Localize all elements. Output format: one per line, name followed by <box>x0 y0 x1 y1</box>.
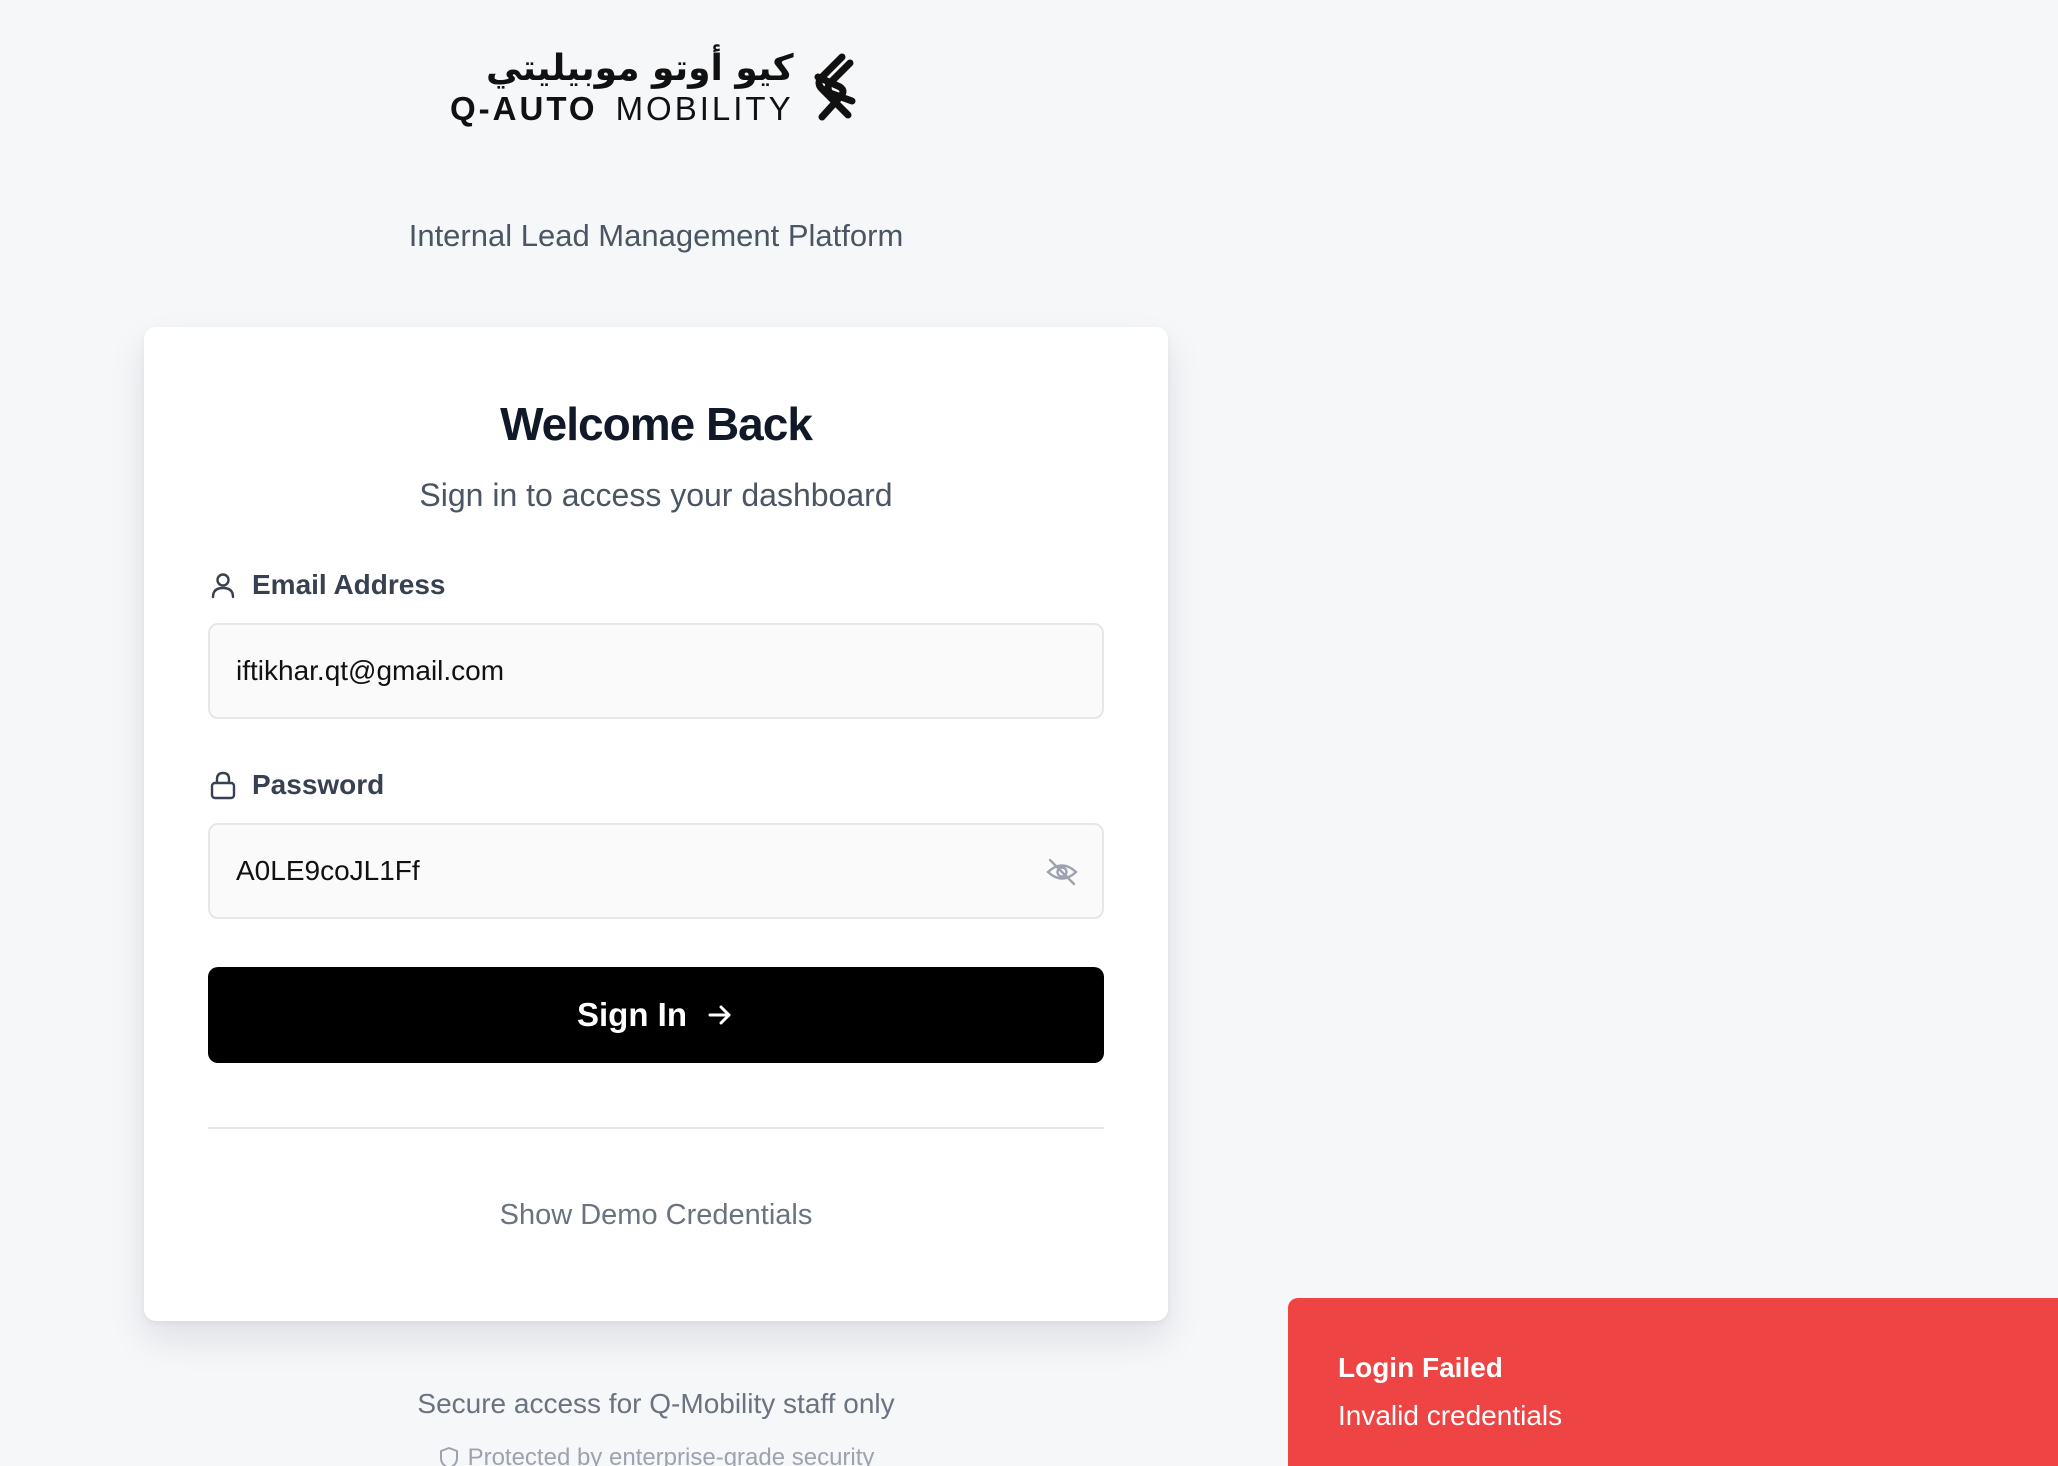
login-page: كيو أوتو موبيليتي Q-AUTO MOBILITY Intern… <box>0 0 2058 1466</box>
shield-icon <box>438 1446 460 1466</box>
logo-wordmark: كيو أوتو موبيليتي Q-AUTO MOBILITY <box>450 48 794 128</box>
security-note-text: Protected by enterprise-grade security <box>467 1444 875 1466</box>
sign-in-label: Sign In <box>577 996 687 1033</box>
card-subtitle: Sign in to access your dashboard <box>419 477 893 513</box>
login-card: Welcome Back Sign in to access your dash… <box>144 327 1168 1321</box>
toast-description: Invalid credentials <box>1338 1400 1563 1431</box>
password-input[interactable] <box>208 823 1104 919</box>
password-label-text: Password <box>252 769 385 800</box>
arrow-right-icon <box>705 1000 735 1030</box>
logo-arabic-text: كيو أوتو موبيليتي <box>485 48 794 89</box>
show-demo-credentials-link[interactable]: Show Demo Credentials <box>144 1199 1168 1232</box>
email-label-text: Email Address <box>252 569 446 600</box>
email-label: Email Address <box>208 569 445 601</box>
brand-logo: كيو أوتو موبيليتي Q-AUTO MOBILITY <box>450 48 870 128</box>
security-note: Protected by enterprise-grade security <box>144 1444 1168 1466</box>
password-label: Password <box>208 769 384 801</box>
platform-tagline: Internal Lead Management Platform <box>408 218 904 253</box>
user-icon <box>208 570 238 600</box>
eye-off-icon <box>1046 858 1078 886</box>
lock-icon <box>208 770 238 800</box>
error-toast[interactable]: Login Failed Invalid credentials <box>1288 1298 2058 1466</box>
card-title: Welcome Back <box>500 398 813 450</box>
logo-mark-icon <box>814 53 856 121</box>
logo-latin-text: Q-AUTO MOBILITY <box>450 90 794 128</box>
logo-mobility: MOBILITY <box>615 90 794 127</box>
sign-in-button[interactable]: Sign In <box>208 967 1104 1063</box>
logo-q-auto: Q-AUTO <box>450 90 598 127</box>
divider <box>208 1127 1104 1129</box>
email-input[interactable] <box>208 623 1104 719</box>
toggle-password-visibility-button[interactable] <box>1044 854 1080 890</box>
toast-title: Login Failed <box>1338 1352 1503 1383</box>
staff-access-note: Secure access for Q-Mobility staff only <box>417 1388 895 1419</box>
